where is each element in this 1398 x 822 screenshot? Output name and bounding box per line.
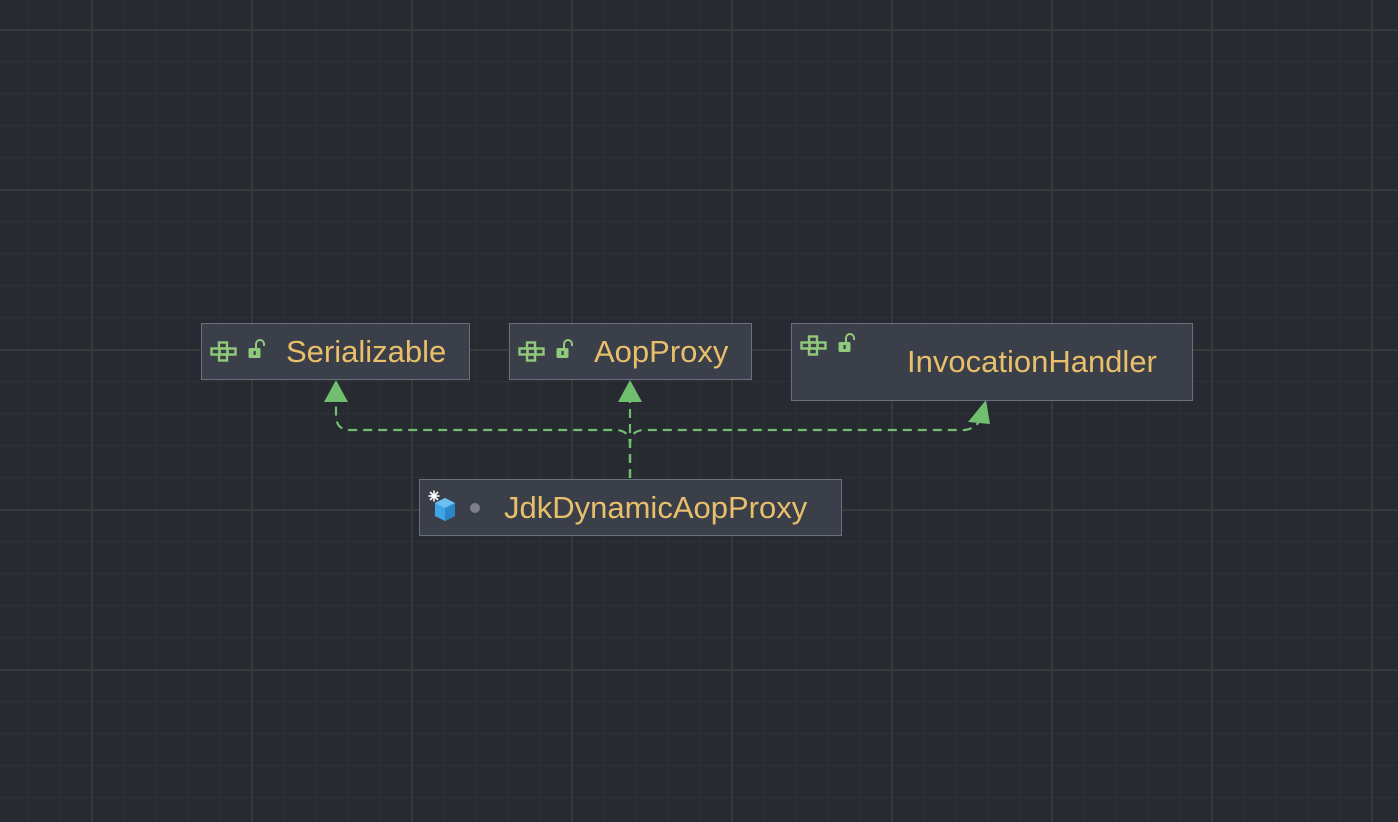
unlocked-icon [556, 339, 573, 358]
interface-icon [210, 341, 237, 362]
arrowhead-serializable [324, 380, 348, 402]
node-serializable[interactable]: Serializable [201, 323, 470, 380]
interface-icon [518, 341, 545, 362]
node-aopproxy[interactable]: AopProxy [509, 323, 752, 380]
unlocked-icon [838, 333, 855, 352]
arrowhead-aopproxy [618, 380, 642, 402]
edge-jdkdynamicaopproxy-to-serializable [334, 400, 632, 478]
node-label-serializable: Serializable [286, 334, 447, 369]
node-label-aopproxy: AopProxy [594, 334, 729, 369]
node-label-jdkdynamicaopproxy: JdkDynamicAopProxy [504, 490, 808, 525]
unlocked-icon [248, 339, 265, 358]
interface-icon [800, 335, 827, 356]
diagram-canvas[interactable]: Serializable AopProxy InvocationHandler … [0, 0, 1398, 822]
arrowhead-invocationhandler [968, 400, 990, 424]
class-cube-icon [428, 490, 455, 521]
package-private-dot-icon [470, 503, 480, 513]
node-jdkdynamicaopproxy[interactable]: JdkDynamicAopProxy [419, 479, 842, 536]
edges-layer [324, 380, 990, 478]
node-invocationhandler[interactable]: InvocationHandler [791, 323, 1193, 401]
node-label-invocationhandler: InvocationHandler [907, 344, 1157, 379]
edge-jdkdynamicaopproxy-to-invocationhandler [628, 417, 982, 478]
